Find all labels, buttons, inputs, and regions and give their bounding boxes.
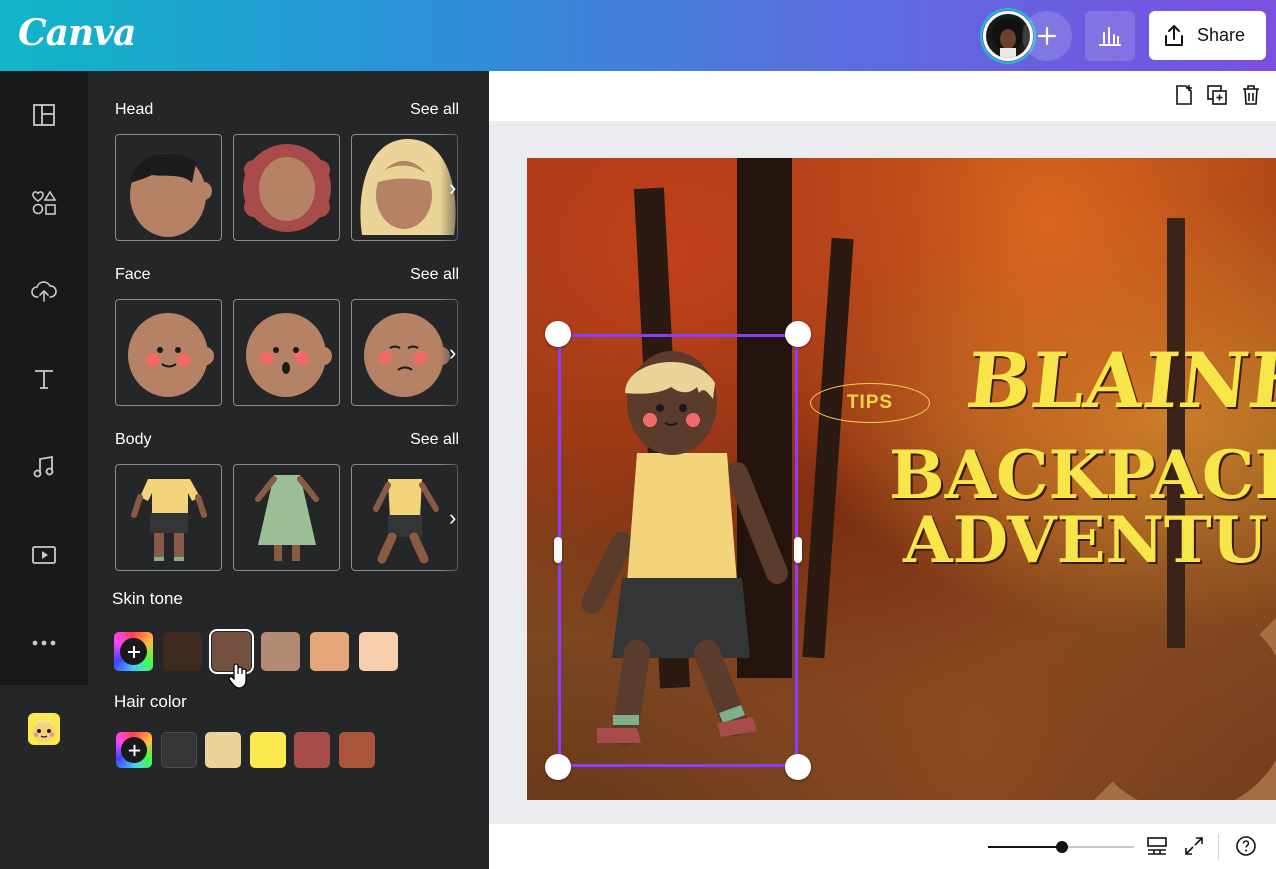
face-next-chevron-icon[interactable]: › [449,340,456,366]
forest-path [1056,578,1276,800]
skin-tone-title: Skin tone [112,589,183,608]
add-page-icon[interactable] [1172,83,1196,107]
see-all-face[interactable]: See all [410,266,459,284]
left-rail [0,71,88,869]
shapes-icon [32,190,57,215]
plus-icon [1037,26,1057,46]
title-line-1[interactable]: BLAINE [962,336,1276,425]
selection-box [558,334,798,767]
head-option-2[interactable] [233,134,340,241]
skin-tone-swatch-5[interactable] [359,632,398,671]
hair-color-swatch-5[interactable] [339,732,375,768]
resize-handle-top-right[interactable] [785,321,811,347]
plus-icon [120,638,147,665]
cloud-upload-icon [31,281,57,302]
title-line-3[interactable]: ADVENTU [903,503,1267,578]
face-option-1[interactable] [115,299,222,406]
character-builder-icon [28,713,60,745]
hair-color-swatch-1[interactable] [161,732,197,768]
music-note-icon [33,455,54,478]
zoom-slider-track[interactable] [988,841,1134,853]
rail-design[interactable] [0,71,88,159]
page-toolbar [489,71,1276,121]
rail-videos[interactable] [0,511,88,599]
resize-handle-top-left[interactable] [545,321,571,347]
hair-color-swatch-4[interactable] [294,732,330,768]
canva-logo[interactable]: Canva [18,12,136,54]
section-title-face: Face [115,266,151,283]
rail-character-builder[interactable] [0,685,88,773]
video-icon [32,546,56,564]
text-icon [35,370,53,389]
body-option-2[interactable] [233,464,340,571]
rail-bottom [0,773,88,869]
bar-chart-icon [1099,27,1121,46]
bottom-bar [489,824,1276,869]
skin-tone-swatch-1[interactable] [163,632,202,671]
more-icon [32,640,56,646]
rail-uploads[interactable] [0,247,88,335]
character-panel: Head See all › Face See all › Body See a… [88,71,489,869]
section-title-head: Head [115,101,154,118]
layout-icon [33,104,55,126]
hand-cursor-icon [228,663,247,689]
resize-handle-bottom-right[interactable] [785,754,811,780]
skin-tone-swatch-4[interactable] [310,632,349,671]
fullscreen-icon[interactable] [1183,835,1205,857]
zoom-slider-thumb[interactable] [1056,841,1068,853]
duplicate-page-icon[interactable] [1205,83,1229,107]
rail-audio[interactable] [0,423,88,511]
plus-icon [121,737,147,763]
see-all-head[interactable]: See all [410,101,459,119]
tree-trunk [802,237,854,659]
grid-view-icon[interactable] [1146,835,1168,857]
rail-elements[interactable] [0,159,88,247]
see-all-body[interactable]: See all [410,431,459,449]
upload-icon [1165,24,1183,46]
hair-color-swatch-3[interactable] [250,732,286,768]
divider [1218,834,1219,860]
section-title-body: Body [115,431,152,448]
resize-handle-bottom-left[interactable] [545,754,571,780]
share-button[interactable]: Share [1149,11,1266,60]
rail-more[interactable] [0,599,88,687]
skin-tone-custom-button[interactable] [114,632,153,671]
add-collaborator-button[interactable] [1022,11,1072,61]
resize-handle-right[interactable] [794,537,802,563]
tips-badge[interactable]: TIPS [810,383,930,423]
hair-color-title: Hair color [114,692,187,711]
resize-handle-left[interactable] [554,537,562,563]
hair-color-custom-button[interactable] [116,732,152,768]
delete-page-icon[interactable] [1239,83,1263,107]
zoom-slider-fill [988,846,1061,848]
help-icon[interactable] [1235,835,1257,857]
body-next-chevron-icon[interactable]: › [449,505,456,531]
insights-button[interactable] [1085,11,1135,61]
rail-text[interactable] [0,335,88,423]
body-option-1[interactable] [115,464,222,571]
hair-color-swatch-2[interactable] [205,732,241,768]
face-option-2[interactable] [233,299,340,406]
skin-tone-swatch-3[interactable] [261,632,300,671]
top-bar: Canva Share [0,0,1276,71]
head-next-chevron-icon[interactable]: › [449,175,456,201]
head-option-1[interactable] [115,134,222,241]
share-label: Share [1197,25,1246,45]
